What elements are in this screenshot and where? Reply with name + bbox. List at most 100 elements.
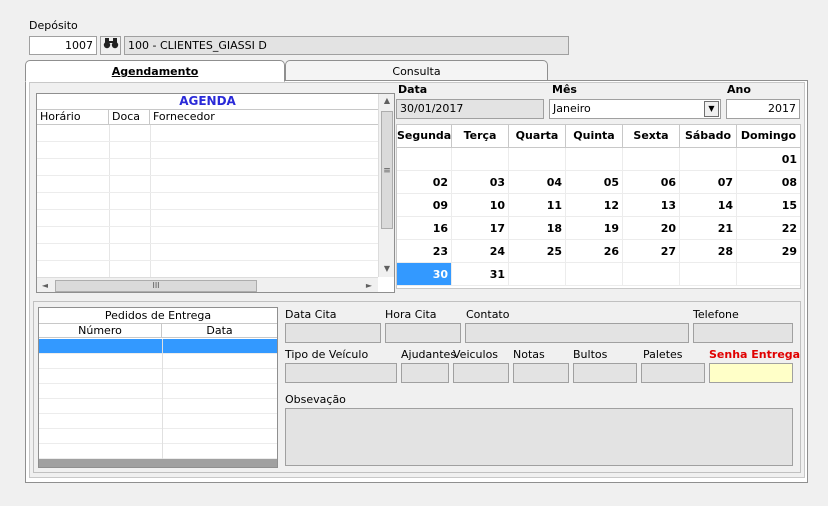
data-cita-label: Data Cita (285, 308, 337, 321)
calendar-day[interactable]: 23 (397, 240, 452, 263)
column-header-data[interactable]: Data (162, 324, 277, 338)
scroll-thumb-vertical[interactable]: ≡ (381, 111, 393, 229)
ajudantes-label: Ajudantes (401, 348, 457, 361)
ano-input[interactable]: 2017 (726, 99, 800, 119)
pedidos-title: Pedidos de Entrega (39, 308, 277, 324)
calendar-empty-cell (509, 148, 566, 171)
table-row[interactable] (37, 244, 378, 261)
contato-field[interactable] (465, 323, 689, 343)
data-field: 30/01/2017 (396, 99, 544, 119)
table-row[interactable] (37, 176, 378, 193)
calendar-day[interactable]: 30 (397, 263, 452, 286)
hora-cita-field[interactable] (385, 323, 461, 343)
table-row[interactable] (37, 142, 378, 159)
list-item-selected[interactable] (39, 339, 277, 354)
scroll-left-icon[interactable]: ◄ (39, 281, 51, 290)
scroll-up-icon[interactable]: ▲ (379, 96, 394, 105)
list-item[interactable] (39, 414, 277, 429)
tab-consulta[interactable]: Consulta (285, 60, 548, 80)
bultos-field[interactable] (573, 363, 637, 383)
calendar-day[interactable]: 27 (623, 240, 680, 263)
search-binoculars-button[interactable] (100, 36, 121, 55)
agenda-horizontal-scrollbar[interactable]: ◄ III ► (37, 277, 378, 292)
calendar-day[interactable]: 02 (397, 171, 452, 194)
calendar-day[interactable]: 09 (397, 194, 452, 217)
calendar-day[interactable]: 18 (509, 217, 566, 240)
calendar-day[interactable]: 15 (737, 194, 800, 217)
observacao-label: Obsevação (285, 393, 346, 406)
table-row[interactable] (37, 210, 378, 227)
telefone-field[interactable] (693, 323, 793, 343)
calendar-day[interactable]: 31 (452, 263, 509, 286)
calendar-day[interactable]: 11 (509, 194, 566, 217)
calendar-day[interactable]: 21 (680, 217, 737, 240)
data-cita-field[interactable] (285, 323, 381, 343)
calendar-empty-cell (623, 263, 680, 286)
scroll-right-icon[interactable]: ► (363, 281, 375, 290)
calendar-empty-cell (452, 148, 509, 171)
calendar-day[interactable]: 29 (737, 240, 800, 263)
list-item[interactable] (39, 444, 277, 459)
calendar-day[interactable]: 12 (566, 194, 623, 217)
calendar-day[interactable]: 07 (680, 171, 737, 194)
calendar-day[interactable]: 01 (737, 148, 800, 171)
list-item[interactable] (39, 429, 277, 444)
calendar-day[interactable]: 28 (680, 240, 737, 263)
calendar-empty-cell (566, 263, 623, 286)
column-header-horario[interactable]: Horário (37, 110, 109, 125)
deposito-name-field: 100 - CLIENTES_GIASSI D (124, 36, 569, 55)
calendar-day[interactable]: 22 (737, 217, 800, 240)
tab-agendamento-label: Agendamento (111, 65, 199, 78)
senha-entrega-input[interactable] (709, 363, 793, 383)
table-row[interactable] (37, 261, 378, 278)
veiculos-field[interactable] (453, 363, 509, 383)
calendar-day[interactable]: 16 (397, 217, 452, 240)
calendar-day[interactable]: 17 (452, 217, 509, 240)
column-header-fornecedor[interactable]: Fornecedor (150, 110, 378, 125)
chevron-down-icon[interactable]: ▼ (704, 101, 719, 117)
mes-select-value: Janeiro (553, 102, 591, 115)
deposito-code-input[interactable]: 1007 (29, 36, 97, 55)
column-header-numero[interactable]: Número (39, 324, 162, 338)
table-row[interactable] (37, 159, 378, 176)
table-row[interactable] (37, 227, 378, 244)
calendar-day[interactable]: 03 (452, 171, 509, 194)
agenda-vertical-scrollbar[interactable]: ▲ ≡ ▼ (378, 94, 394, 277)
table-row[interactable] (37, 193, 378, 210)
calendar-day[interactable]: 06 (623, 171, 680, 194)
calendar-day[interactable]: 04 (509, 171, 566, 194)
calendar-day[interactable]: 10 (452, 194, 509, 217)
ajudantes-field[interactable] (401, 363, 449, 383)
column-header-doca[interactable]: Doca (109, 110, 150, 125)
tipo-veiculo-field[interactable] (285, 363, 397, 383)
calendar-day[interactable]: 24 (452, 240, 509, 263)
list-item[interactable] (39, 369, 277, 384)
notas-field[interactable] (513, 363, 569, 383)
list-item[interactable] (39, 354, 277, 369)
pedidos-list[interactable]: Pedidos de Entrega Número Data (38, 307, 278, 468)
calendar-day[interactable]: 20 (623, 217, 680, 240)
mes-select[interactable]: Janeiro ▼ (549, 99, 721, 119)
calendar-day[interactable]: 26 (566, 240, 623, 263)
hora-cita-label: Hora Cita (385, 308, 437, 321)
tab-agendamento[interactable]: Agendamento (25, 60, 285, 82)
list-item[interactable] (39, 399, 277, 414)
agenda-title: AGENDA (37, 94, 378, 110)
calendar-day[interactable]: 14 (680, 194, 737, 217)
list-item[interactable] (39, 384, 277, 399)
table-row[interactable] (37, 125, 378, 142)
agenda-grid[interactable]: AGENDA Horário Doca Fornecedor ▲ ≡ ▼ ◄ I… (36, 93, 395, 293)
calendar-day[interactable]: 25 (509, 240, 566, 263)
bultos-label: Bultos (573, 348, 608, 361)
paletes-field[interactable] (641, 363, 705, 383)
scroll-thumb-horizontal[interactable]: III (55, 280, 257, 292)
telefone-label: Telefone (693, 308, 739, 321)
calendar-day[interactable]: 08 (737, 171, 800, 194)
scroll-down-icon[interactable]: ▼ (379, 264, 394, 273)
observacao-textarea[interactable] (285, 408, 793, 466)
weekday-header: Quinta (566, 125, 623, 148)
contato-label: Contato (466, 308, 510, 321)
calendar-day[interactable]: 05 (566, 171, 623, 194)
calendar-day[interactable]: 19 (566, 217, 623, 240)
calendar-day[interactable]: 13 (623, 194, 680, 217)
